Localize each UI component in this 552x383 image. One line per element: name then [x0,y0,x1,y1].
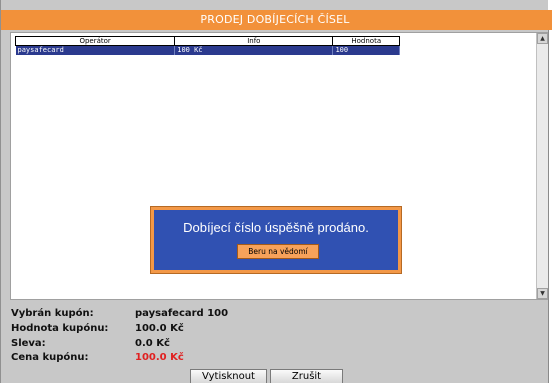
acknowledge-button[interactable]: Beru na vědomí [237,244,319,259]
dialog-message: Dobíjecí číslo úspěšně prodáno. [183,220,369,235]
cancel-button[interactable]: Zrušit [270,369,343,383]
column-header-operator[interactable]: Operátor [14,36,176,46]
window-title: PRODEJ DOBÍJECÍCH ČÍSEL [1,10,549,30]
scroll-up-icon[interactable]: ▲ [537,33,548,44]
coupon-face-value-label: Hodnota kupónu: [11,323,109,334]
selected-coupon-label: Vybrán kupón: [11,308,94,319]
column-header-info[interactable]: Info [174,36,334,46]
cell-value: 100 [332,45,400,55]
cell-info: 100 Kč [174,45,334,55]
vertical-scrollbar[interactable]: ▲ ▼ [536,33,548,299]
discount-label: Sleva: [11,338,46,349]
success-dialog: Dobíjecí číslo úspěšně prodáno. Beru na … [151,207,401,273]
discount-value: 0.0 Kč [135,338,170,349]
table-row[interactable]: paysafecard 100 Kč 100 [15,45,400,55]
print-button[interactable]: Vytisknout [190,369,267,383]
column-header-value[interactable]: Hodnota [332,36,400,46]
cell-operator: paysafecard [15,45,176,55]
sale-window: PRODEJ DOBÍJECÍCH ČÍSEL Operátor Info Ho… [0,0,549,383]
coupon-list-panel: Operátor Info Hodnota paysafecard 100 Kč… [10,32,549,300]
coupon-price-value: 100.0 Kč [135,352,184,363]
scroll-down-icon[interactable]: ▼ [537,288,548,299]
title-bar-edge [548,10,552,30]
coupon-price-label: Cena kupónu: [11,352,89,363]
coupon-face-value: 100.0 Kč [135,323,184,334]
window-right-border [548,30,549,383]
coupon-table: Operátor Info Hodnota paysafecard 100 Kč… [14,36,400,55]
selected-coupon-value: paysafecard 100 [135,308,229,319]
